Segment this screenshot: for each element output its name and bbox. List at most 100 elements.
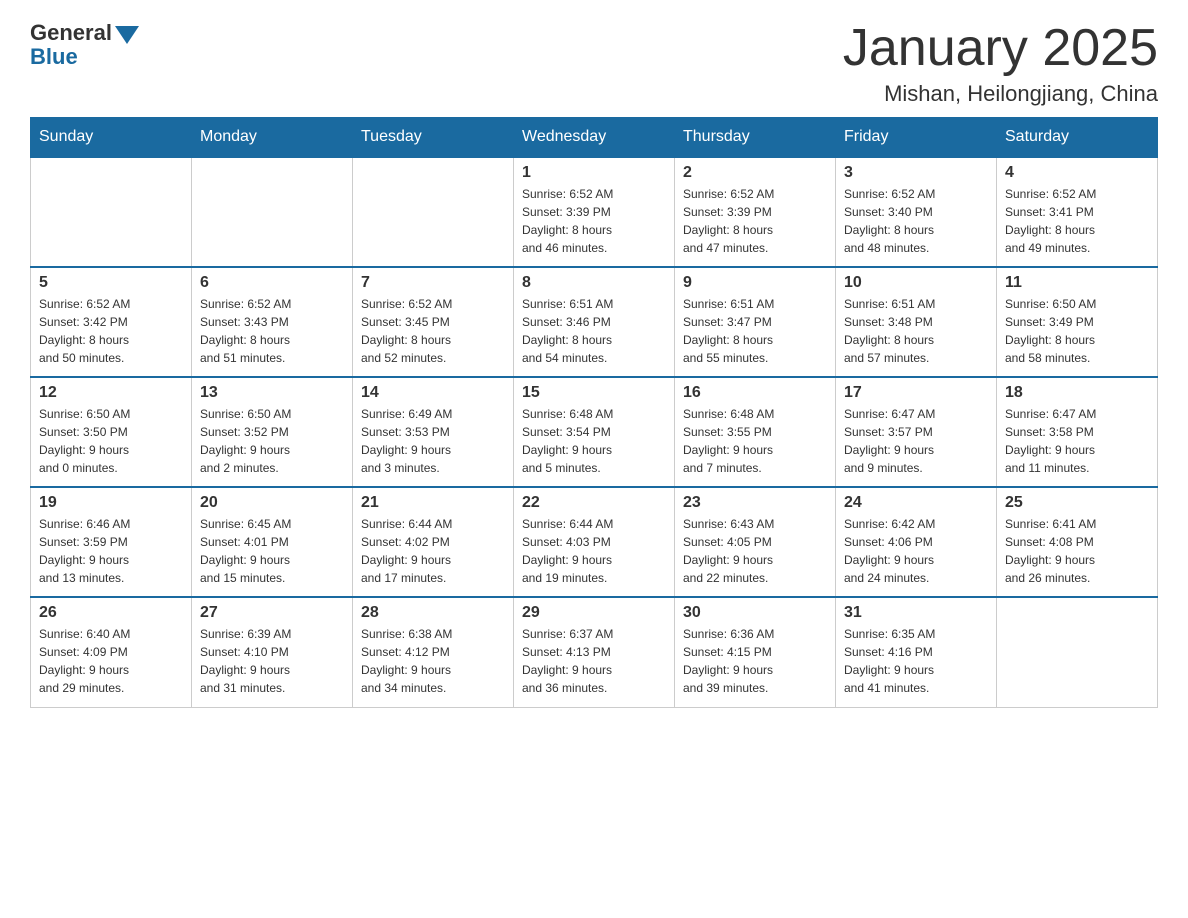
day-number: 3 [844, 164, 988, 182]
table-row: 21 Sunrise: 6:44 AM Sunset: 4:02 PM Dayli… [353, 487, 514, 597]
day-info: Sunrise: 6:52 AM Sunset: 3:39 PM Dayligh… [522, 185, 666, 257]
col-friday: Friday [836, 118, 997, 158]
day-info: Sunrise: 6:51 AM Sunset: 3:48 PM Dayligh… [844, 295, 988, 367]
day-info: Sunrise: 6:52 AM Sunset: 3:39 PM Dayligh… [683, 185, 827, 257]
col-tuesday: Tuesday [353, 118, 514, 158]
day-number: 23 [683, 494, 827, 512]
day-info: Sunrise: 6:50 AM Sunset: 3:52 PM Dayligh… [200, 405, 344, 477]
day-number: 27 [200, 604, 344, 622]
day-number: 29 [522, 604, 666, 622]
day-info: Sunrise: 6:46 AM Sunset: 3:59 PM Dayligh… [39, 515, 183, 587]
day-info: Sunrise: 6:36 AM Sunset: 4:15 PM Dayligh… [683, 625, 827, 697]
table-row [353, 157, 514, 267]
day-number: 10 [844, 274, 988, 292]
table-row: 29 Sunrise: 6:37 AM Sunset: 4:13 PM Dayli… [514, 597, 675, 707]
table-row: 4 Sunrise: 6:52 AM Sunset: 3:41 PM Daylig… [997, 157, 1158, 267]
day-info: Sunrise: 6:42 AM Sunset: 4:06 PM Dayligh… [844, 515, 988, 587]
day-number: 25 [1005, 494, 1149, 512]
day-info: Sunrise: 6:47 AM Sunset: 3:58 PM Dayligh… [1005, 405, 1149, 477]
table-row: 5Sunrise: 6:52 AM Sunset: 3:42 PM Daylig… [31, 267, 192, 377]
table-row: 14Sunrise: 6:49 AM Sunset: 3:53 PM Dayli… [353, 377, 514, 487]
day-info: Sunrise: 6:41 AM Sunset: 4:08 PM Dayligh… [1005, 515, 1149, 587]
day-info: Sunrise: 6:48 AM Sunset: 3:54 PM Dayligh… [522, 405, 666, 477]
table-row: 6 Sunrise: 6:52 AM Sunset: 3:43 PM Daylig… [192, 267, 353, 377]
page-header: General Blue January 2025 Mishan, Heilon… [30, 20, 1158, 107]
day-number: 15 [522, 384, 666, 402]
day-number: 9 [683, 274, 827, 292]
day-info: Sunrise: 6:44 AM Sunset: 4:02 PM Dayligh… [361, 515, 505, 587]
day-number: 7 [361, 274, 505, 292]
day-info: Sunrise: 6:52 AM Sunset: 3:45 PM Dayligh… [361, 295, 505, 367]
table-row: 15 Sunrise: 6:48 AM Sunset: 3:54 PM Dayli… [514, 377, 675, 487]
logo: General Blue [30, 20, 139, 70]
table-row: 11Sunrise: 6:50 AM Sunset: 3:49 PM Dayli… [997, 267, 1158, 377]
day-number: 20 [200, 494, 344, 512]
logo-triangle-icon [115, 26, 139, 44]
col-monday: Monday [192, 118, 353, 158]
day-number: 11 [1005, 274, 1149, 292]
calendar-table: Sunday Monday Tuesday Wednesday Thursday… [30, 117, 1158, 708]
table-row: 18 Sunrise: 6:47 AM Sunset: 3:58 PM Dayli… [997, 377, 1158, 487]
table-row: 16Sunrise: 6:48 AM Sunset: 3:55 PM Dayli… [675, 377, 836, 487]
day-number: 19 [39, 494, 183, 512]
table-row: 28 Sunrise: 6:38 AM Sunset: 4:12 PM Dayli… [353, 597, 514, 707]
day-number: 8 [522, 274, 666, 292]
day-number: 30 [683, 604, 827, 622]
table-row: 12 Sunrise: 6:50 AM Sunset: 3:50 PM Dayli… [31, 377, 192, 487]
calendar-week-row: 5Sunrise: 6:52 AM Sunset: 3:42 PM Daylig… [31, 267, 1158, 377]
table-row: 27 Sunrise: 6:39 AM Sunset: 4:10 PM Dayli… [192, 597, 353, 707]
table-row: 13 Sunrise: 6:50 AM Sunset: 3:52 PM Dayli… [192, 377, 353, 487]
day-info: Sunrise: 6:38 AM Sunset: 4:12 PM Dayligh… [361, 625, 505, 697]
day-info: Sunrise: 6:37 AM Sunset: 4:13 PM Dayligh… [522, 625, 666, 697]
day-info: Sunrise: 6:39 AM Sunset: 4:10 PM Dayligh… [200, 625, 344, 697]
calendar-week-row: 26Sunrise: 6:40 AM Sunset: 4:09 PM Dayli… [31, 597, 1158, 707]
calendar-week-row: 12 Sunrise: 6:50 AM Sunset: 3:50 PM Dayli… [31, 377, 1158, 487]
day-info: Sunrise: 6:51 AM Sunset: 3:46 PM Dayligh… [522, 295, 666, 367]
day-info: Sunrise: 6:35 AM Sunset: 4:16 PM Dayligh… [844, 625, 988, 697]
logo-general-text: General [30, 20, 112, 46]
day-number: 5 [39, 274, 183, 292]
table-row: 22 Sunrise: 6:44 AM Sunset: 4:03 PM Dayli… [514, 487, 675, 597]
day-number: 28 [361, 604, 505, 622]
day-info: Sunrise: 6:48 AM Sunset: 3:55 PM Dayligh… [683, 405, 827, 477]
day-number: 2 [683, 164, 827, 182]
day-number: 12 [39, 384, 183, 402]
table-row: 20 Sunrise: 6:45 AM Sunset: 4:01 PM Dayli… [192, 487, 353, 597]
day-number: 24 [844, 494, 988, 512]
day-info: Sunrise: 6:50 AM Sunset: 3:50 PM Dayligh… [39, 405, 183, 477]
col-saturday: Saturday [997, 118, 1158, 158]
day-info: Sunrise: 6:52 AM Sunset: 3:41 PM Dayligh… [1005, 185, 1149, 257]
table-row: 17Sunrise: 6:47 AM Sunset: 3:57 PM Dayli… [836, 377, 997, 487]
day-number: 21 [361, 494, 505, 512]
calendar-week-row: 1Sunrise: 6:52 AM Sunset: 3:39 PM Daylig… [31, 157, 1158, 267]
col-wednesday: Wednesday [514, 118, 675, 158]
title-section: January 2025 Mishan, Heilongjiang, China [843, 20, 1158, 107]
day-info: Sunrise: 6:43 AM Sunset: 4:05 PM Dayligh… [683, 515, 827, 587]
table-row: 3 Sunrise: 6:52 AM Sunset: 3:40 PM Daylig… [836, 157, 997, 267]
day-number: 13 [200, 384, 344, 402]
day-number: 4 [1005, 164, 1149, 182]
table-row: 25 Sunrise: 6:41 AM Sunset: 4:08 PM Dayli… [997, 487, 1158, 597]
col-thursday: Thursday [675, 118, 836, 158]
calendar-header-row: Sunday Monday Tuesday Wednesday Thursday… [31, 118, 1158, 158]
day-number: 6 [200, 274, 344, 292]
table-row: 9Sunrise: 6:51 AM Sunset: 3:47 PM Daylig… [675, 267, 836, 377]
day-info: Sunrise: 6:44 AM Sunset: 4:03 PM Dayligh… [522, 515, 666, 587]
table-row [997, 597, 1158, 707]
day-number: 22 [522, 494, 666, 512]
day-info: Sunrise: 6:52 AM Sunset: 3:40 PM Dayligh… [844, 185, 988, 257]
day-number: 26 [39, 604, 183, 622]
table-row: 2 Sunrise: 6:52 AM Sunset: 3:39 PM Daylig… [675, 157, 836, 267]
day-info: Sunrise: 6:45 AM Sunset: 4:01 PM Dayligh… [200, 515, 344, 587]
table-row: 23 Sunrise: 6:43 AM Sunset: 4:05 PM Dayli… [675, 487, 836, 597]
table-row: 30 Sunrise: 6:36 AM Sunset: 4:15 PM Dayli… [675, 597, 836, 707]
day-number: 31 [844, 604, 988, 622]
table-row [192, 157, 353, 267]
day-info: Sunrise: 6:47 AM Sunset: 3:57 PM Dayligh… [844, 405, 988, 477]
day-number: 18 [1005, 384, 1149, 402]
day-info: Sunrise: 6:49 AM Sunset: 3:53 PM Dayligh… [361, 405, 505, 477]
day-info: Sunrise: 6:52 AM Sunset: 3:43 PM Dayligh… [200, 295, 344, 367]
table-row: 19 Sunrise: 6:46 AM Sunset: 3:59 PM Dayli… [31, 487, 192, 597]
table-row: 31 Sunrise: 6:35 AM Sunset: 4:16 PM Dayli… [836, 597, 997, 707]
calendar-week-row: 19 Sunrise: 6:46 AM Sunset: 3:59 PM Dayli… [31, 487, 1158, 597]
